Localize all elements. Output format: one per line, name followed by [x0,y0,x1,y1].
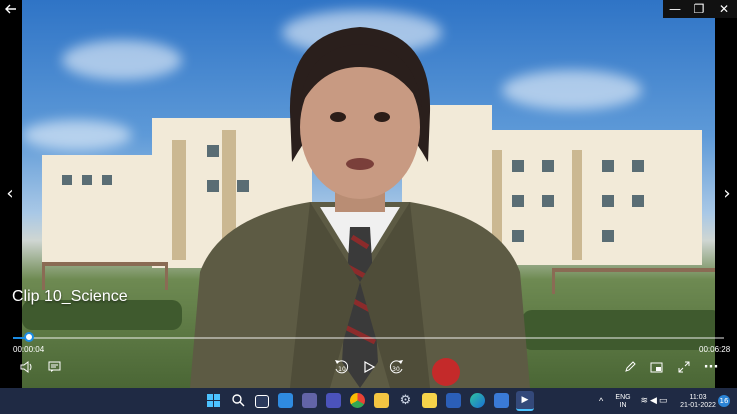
gear-icon: ⚙ [399,393,412,408]
start-button[interactable] [206,393,221,408]
media-player-button[interactable]: ▶ [516,391,534,411]
teams-chat-button[interactable] [302,393,317,408]
clock-date: 21-01-2022 [680,402,716,409]
captions-button[interactable] [44,358,64,376]
fullscreen-icon [678,361,690,373]
notification-badge[interactable]: 16 [718,395,730,407]
skip-forward-button[interactable]: 30 [385,358,407,376]
search-button[interactable] [231,393,246,408]
network-status[interactable]: ≋◀▭ [638,395,672,405]
play-button[interactable] [359,358,379,376]
chrome-button[interactable] [350,393,365,408]
play-icon [364,361,375,373]
volume-icon [20,361,32,373]
captions-icon [48,361,60,372]
video-frame [22,0,715,388]
fullscreen-button[interactable] [675,358,693,376]
back-button[interactable] [0,0,22,18]
volume-button[interactable] [17,358,37,376]
miniplayer-button[interactable] [647,358,665,376]
edit-button[interactable] [621,358,639,376]
wifi-icon: ≋ [640,395,651,405]
seek-bar[interactable] [13,337,724,339]
miniplayer-icon [650,362,662,372]
maximize-button[interactable]: ❐ [687,0,711,18]
speaker-figure [190,27,530,388]
task-view-button[interactable] [255,395,269,408]
store-button[interactable] [494,393,509,408]
more-options-button[interactable]: ··· [701,358,721,376]
pen-icon [625,361,636,372]
next-item-button[interactable]: › [717,183,737,204]
file-explorer-button[interactable] [374,393,389,408]
previous-item-button[interactable]: ‹ [0,183,20,204]
skip-back-button[interactable]: 10 [331,358,353,376]
elapsed-time: 00:00:04 [13,345,45,354]
language-indicator[interactable]: ENG IN [614,394,632,410]
word-button[interactable] [446,393,461,408]
svg-text:30: 30 [392,366,400,373]
back-arrow-icon [5,4,16,14]
language-code: ENG [615,394,631,401]
teams-button[interactable] [326,393,341,408]
video-stage[interactable]: — ❐ ✕ ‹ › Clip 10_Science 00:00:04 00:06… [0,0,737,388]
svg-text:10: 10 [338,366,346,373]
skip-back-icon: 10 [335,360,349,374]
sticky-notes-button[interactable] [422,393,437,408]
tray-overflow-chevron[interactable]: ^ [599,397,603,406]
windows-logo-icon [207,394,220,407]
seek-thumb[interactable] [24,332,34,342]
edge-button[interactable] [470,393,485,408]
video-title: Clip 10_Science [12,288,128,305]
battery-icon: ▭ [658,395,670,405]
region-code: IN [619,402,627,409]
search-icon [232,394,245,407]
skip-forward-icon: 30 [389,360,403,374]
clock[interactable]: 11:03 21-01-2022 [678,394,718,410]
widgets-button[interactable] [278,393,293,408]
total-time: 00:06:28 [699,345,731,354]
speaker-icon: ◀ [650,395,659,405]
clock-time: 11:03 [689,394,707,401]
close-button[interactable]: ✕ [711,0,737,18]
minimize-button[interactable]: — [663,0,687,18]
media-player-icon: ▶ [521,395,529,405]
settings-button[interactable]: ⚙ [398,393,413,408]
